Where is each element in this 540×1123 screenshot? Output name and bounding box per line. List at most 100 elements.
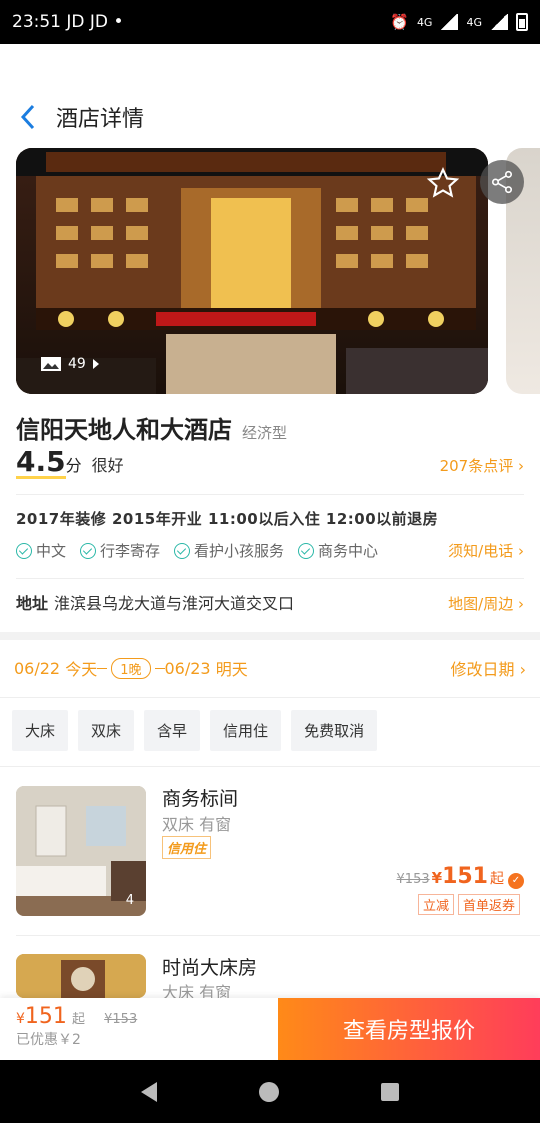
modify-date-link[interactable]: 修改日期 › (450, 656, 526, 680)
alarm-icon: ⏰ (390, 13, 409, 31)
promo-tag: 首单返券 (457, 894, 520, 915)
notice-phone-link[interactable]: 须知/电话 › (444, 540, 524, 561)
room-old-price: ¥153 (396, 872, 430, 887)
check-circle-icon (174, 542, 191, 559)
divider (16, 494, 524, 495)
address-value: 淮滨县乌龙大道与淮河大道交叉口 (54, 594, 295, 613)
rating-row: 4.5 分 很好 207条点评 › (16, 448, 524, 479)
room-price: ¥153 ¥151 起 ✓ (397, 864, 524, 889)
credit-tag: 信用住 (162, 836, 212, 859)
room-details: 大床 有窗 (162, 983, 232, 998)
room-name: 时尚大床房 (162, 957, 258, 979)
checkout-date: 06/23 (164, 658, 211, 678)
map-link[interactable]: 地图/周边 › (448, 593, 524, 614)
chevron-right-icon: › (518, 457, 524, 475)
filter-chip[interactable]: 大床 (12, 710, 69, 751)
facility-label: 商务中心 (318, 542, 379, 560)
hotel-info-line: 2017年装修 2015年开业 11:00以后入住 12:00以前退房 (16, 510, 439, 528)
rating-score: 4.5 (16, 445, 66, 479)
hotel-name-row: 信阳天地人和大酒店 经济型 (16, 410, 287, 445)
back-button[interactable] (0, 94, 56, 140)
room-image (16, 954, 146, 998)
modify-date-label: 修改日期 (450, 660, 515, 679)
nav-recents-icon[interactable] (381, 1082, 399, 1101)
date-dash (154, 667, 165, 669)
price-from: 起 (490, 871, 504, 887)
status-right: ⏰ 4G 4G (390, 13, 528, 31)
status-dot: • (113, 12, 124, 32)
verified-badge-icon: ✓ (508, 872, 524, 889)
page-title: 酒店详情 (56, 107, 145, 132)
image-icon (41, 357, 61, 371)
rating-unit: 分 (65, 456, 82, 475)
filter-chip[interactable]: 免费取消 (291, 710, 378, 751)
nav-back-icon[interactable] (141, 1081, 157, 1102)
address-row: 地址 淮滨县乌龙大道与淮河大道交叉口 (16, 590, 294, 614)
room-photo-count: 4 (125, 893, 134, 908)
date-dash (97, 667, 108, 669)
chevron-left-icon (20, 104, 35, 130)
page-header: 酒店详情 (0, 94, 540, 140)
room-item[interactable]: 4 商务标间 双床 有窗 信用住 ¥153 ¥151 起 ✓ 立减 首单返券 (0, 766, 540, 936)
facility-item: 看护小孩服务 (174, 540, 284, 561)
bottom-old-price: ¥153 (104, 1012, 138, 1027)
facility-label: 中文 (36, 542, 67, 560)
checkin-day: 今天 (65, 660, 98, 679)
bottom-price-line: ¥151 起 ¥153 (16, 1004, 262, 1029)
star-icon (426, 167, 460, 198)
date-selector[interactable]: 06/22 今天 1晚 06/23 明天 修改日期 › (14, 656, 526, 680)
filter-chip[interactable]: 含早 (144, 710, 201, 751)
checkout-day: 明天 (215, 660, 248, 679)
reviews-label: 207条点评 (439, 457, 514, 475)
favorite-button[interactable] (426, 166, 460, 200)
currency-symbol: ¥ (431, 869, 443, 887)
bottom-price-from: 起 (72, 1012, 86, 1027)
status-bar: 23:51 JD JD • ⏰ 4G 4G (0, 0, 540, 44)
map-label: 地图/周边 (448, 595, 514, 613)
room-photo[interactable] (16, 954, 146, 998)
divider (0, 697, 540, 698)
bottom-price-value: 151 (24, 1004, 67, 1029)
currency-symbol: ¥ (16, 1011, 25, 1027)
divider (16, 578, 524, 579)
check-circle-icon (80, 542, 97, 559)
hotel-photo-gallery[interactable]: 49 (16, 148, 488, 394)
nights-badge: 1晚 (111, 657, 151, 679)
status-carrier: JD JD (66, 12, 109, 32)
address-label: 地址 (16, 594, 49, 613)
chevron-right-icon: › (518, 595, 524, 613)
net-label-2: 4G (466, 15, 482, 29)
filter-chip[interactable]: 信用住 (210, 710, 282, 751)
photo-count[interactable]: 49 (40, 356, 100, 372)
notice-label: 须知/电话 (448, 542, 514, 560)
room-photo[interactable]: 4 (16, 786, 146, 916)
play-arrow-icon (92, 359, 99, 369)
battery-icon (516, 13, 528, 31)
nav-home-icon[interactable] (259, 1081, 279, 1102)
check-circle-icon (16, 542, 32, 559)
hotel-name: 信阳天地人和大酒店 (16, 416, 232, 444)
bottom-saved: 已优惠￥2 (16, 1032, 81, 1048)
bottom-action-bar: ¥151 起 ¥153 已优惠￥2 查看房型报价 (0, 998, 540, 1060)
net-label-1: 4G (416, 15, 433, 29)
chevron-right-icon: › (519, 660, 526, 679)
share-button[interactable] (480, 160, 524, 204)
reviews-link[interactable]: 207条点评 › (440, 455, 524, 476)
check-circle-icon (298, 542, 315, 559)
room-item[interactable]: 时尚大床房 大床 有窗 (0, 936, 540, 998)
room-current-price: ¥151 (432, 864, 488, 889)
bottom-price: ¥151 (16, 1004, 67, 1029)
facility-item: 商务中心 (298, 540, 378, 561)
status-left: 23:51 JD JD • (12, 12, 390, 32)
checkin-date: 06/22 (14, 658, 61, 678)
room-filters: 大床 双床 含早 信用住 免费取消 (12, 710, 378, 751)
view-room-prices-button[interactable]: 查看房型报价 (278, 998, 540, 1060)
rating-text: 很好 (91, 456, 124, 475)
promo-tag: 立减 (417, 894, 454, 915)
signal-icon-2 (490, 14, 508, 30)
bottom-price-summary: ¥151 起 ¥153 已优惠￥2 (0, 998, 278, 1060)
filter-chip[interactable]: 双床 (78, 710, 135, 751)
status-time: 23:51 (12, 12, 61, 32)
facility-label: 行李寄存 (100, 542, 161, 560)
room-details: 双床 有窗 (162, 815, 232, 834)
